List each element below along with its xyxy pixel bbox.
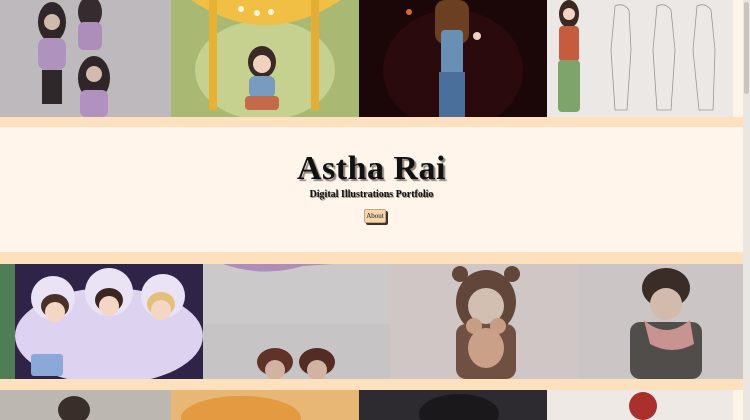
decorative-band-lower [0, 379, 743, 390]
about-button[interactable]: About [364, 209, 386, 223]
gallery-row-2 [0, 264, 743, 379]
illustration-character-sheet[interactable] [547, 0, 733, 117]
gallery-row-1 [0, 0, 743, 117]
illustration-partial-1[interactable] [0, 390, 171, 420]
illustration-partial-3[interactable] [359, 390, 547, 420]
page-scrollbar[interactable] [743, 0, 750, 420]
illustration-partial-4[interactable] [547, 390, 733, 420]
illustration-edge-left [0, 264, 15, 379]
gallery-row-3 [0, 390, 743, 420]
illustration-children-peeking[interactable] [203, 264, 390, 379]
decorative-band-top [0, 117, 743, 127]
illustration-child-with-teddy-bear[interactable] [390, 264, 578, 379]
page-title: Astha Rai [296, 150, 447, 187]
illustration-girl-under-umbrella[interactable] [171, 0, 359, 117]
illustration-girl-dark-background[interactable] [359, 0, 547, 117]
illustration-kids-in-blanket[interactable] [15, 264, 203, 379]
illustration-two-girls-purple[interactable] [0, 0, 171, 117]
illustration-partial-2[interactable] [171, 390, 359, 420]
scrollbar-thumb[interactable] [744, 2, 749, 94]
page-subtitle: Digital Illustrations Portfolio [309, 189, 434, 200]
decorative-band-middle [0, 252, 743, 264]
illustration-boy-with-scarf[interactable] [578, 264, 743, 379]
